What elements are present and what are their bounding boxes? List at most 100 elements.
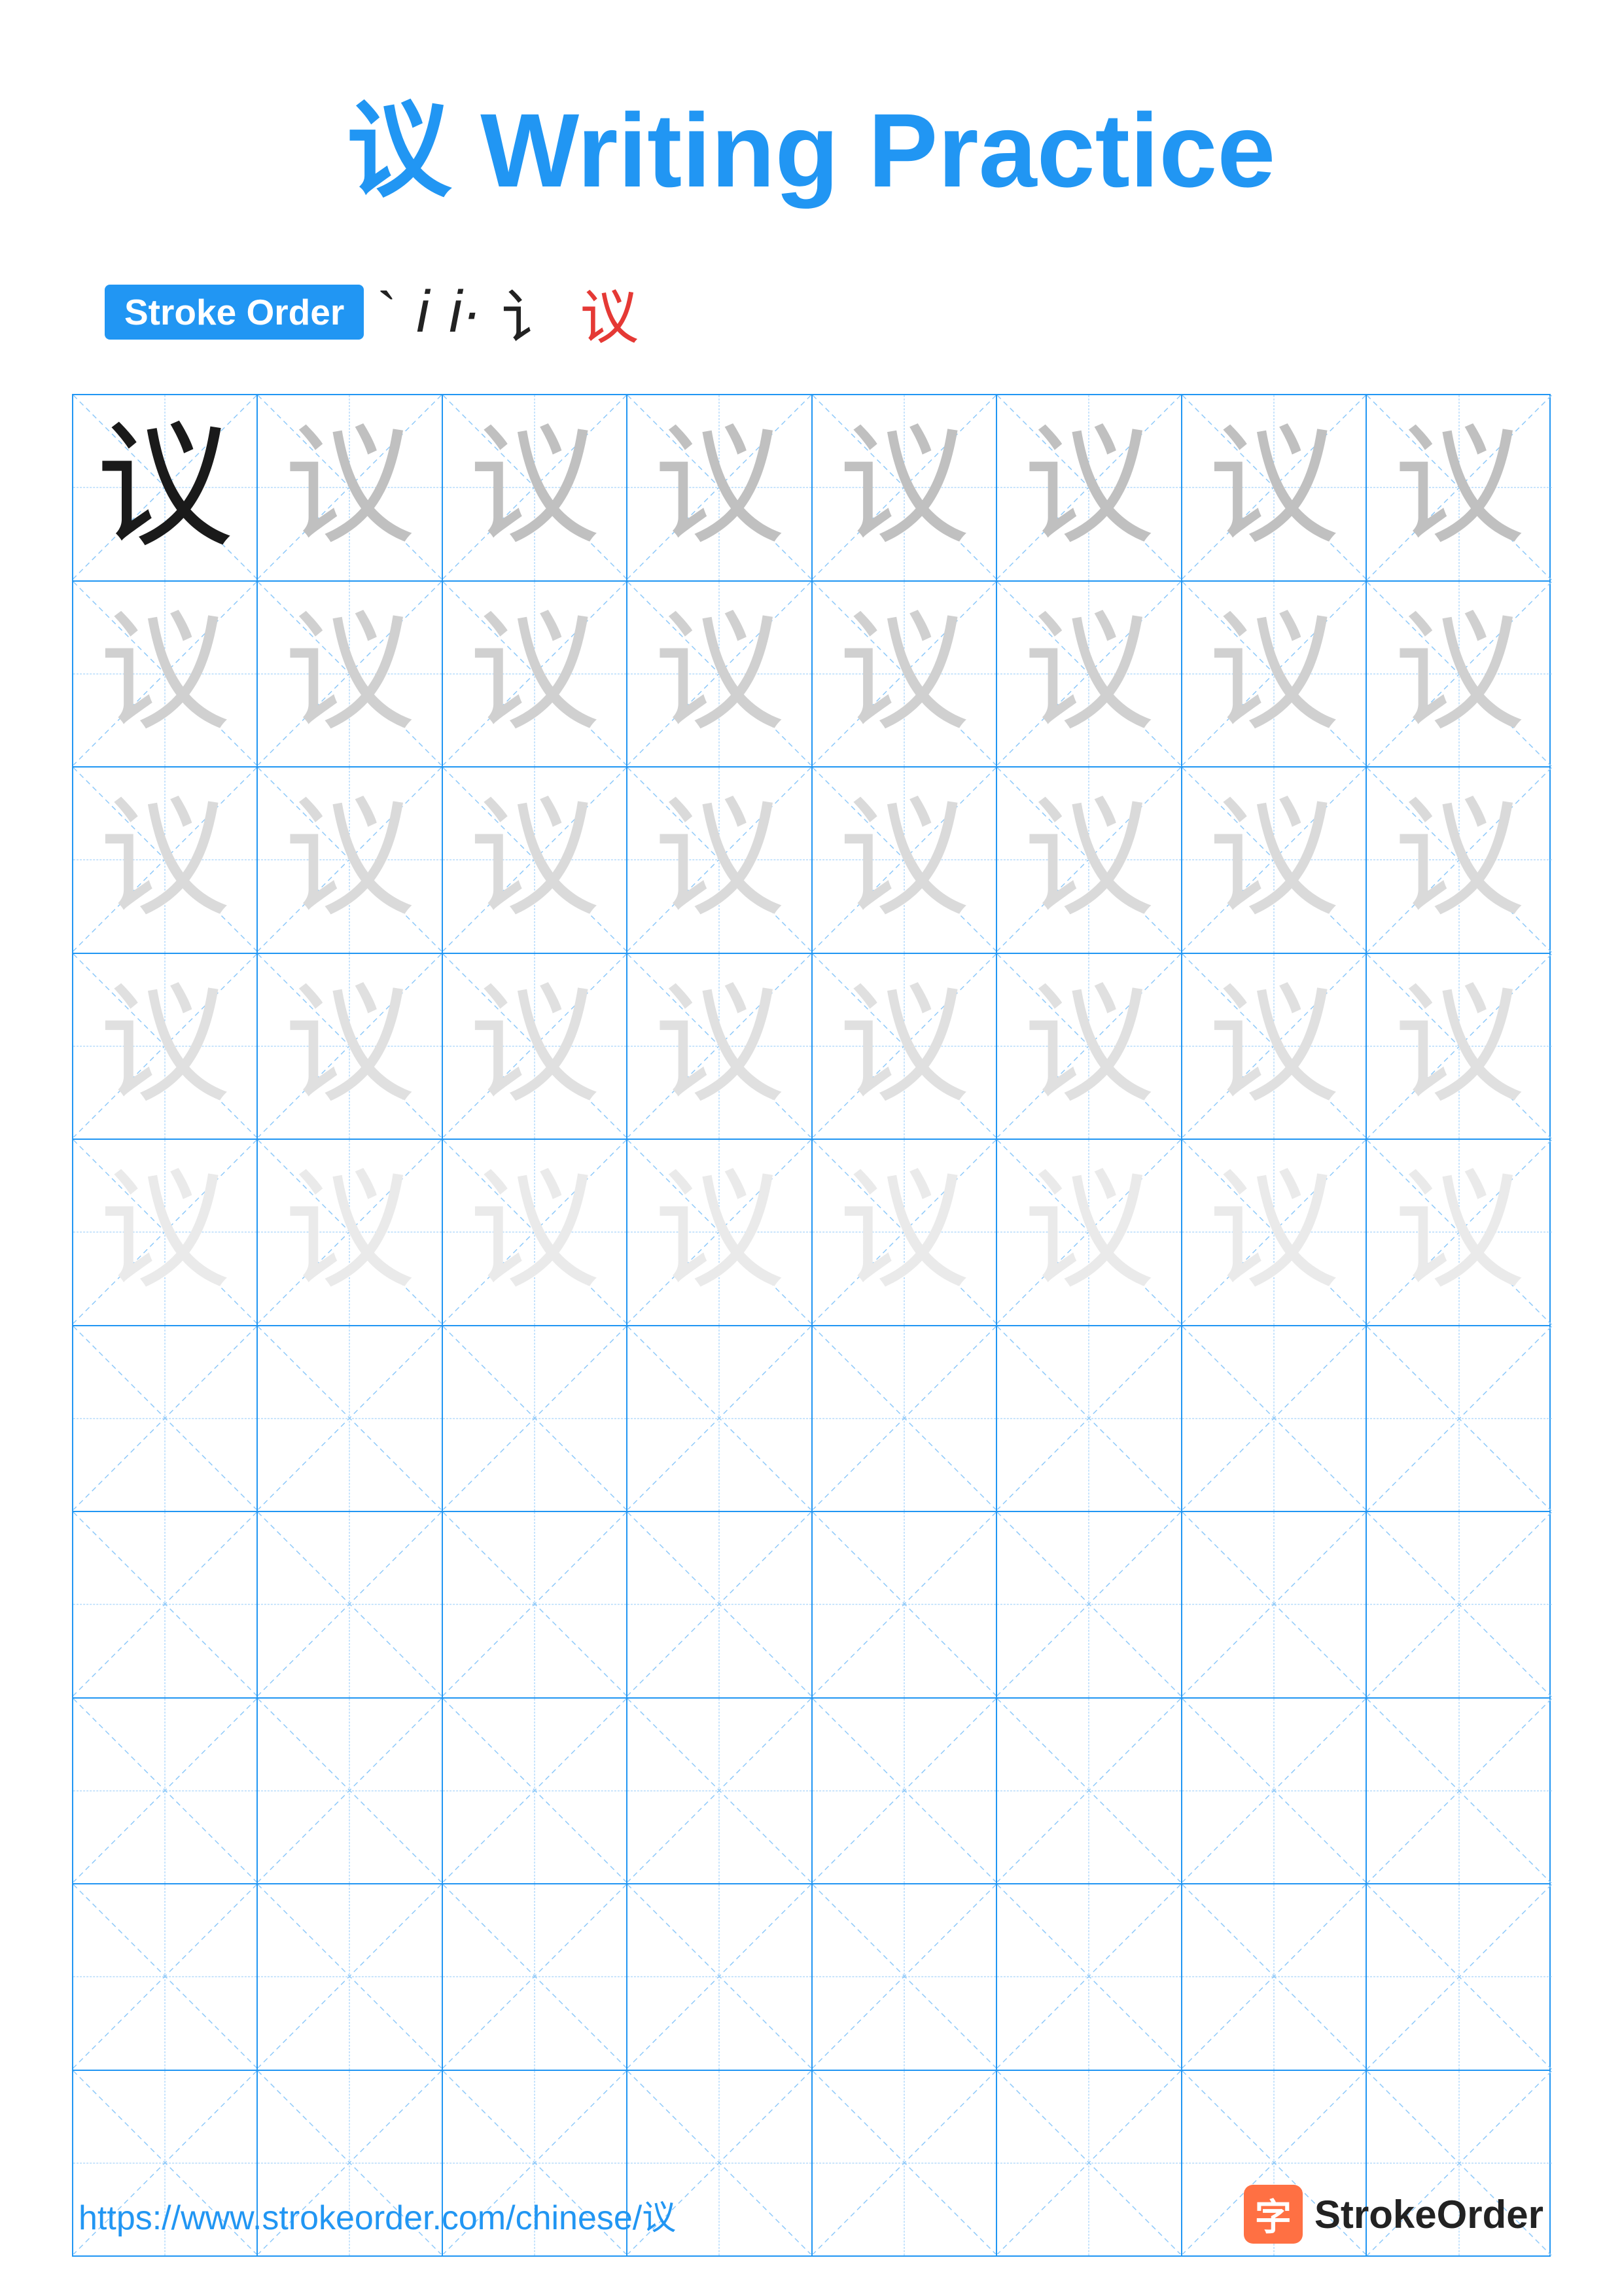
- grid-cell[interactable]: [813, 1512, 998, 1697]
- grid-cell[interactable]: 议: [997, 954, 1182, 1139]
- practice-char: 议: [99, 981, 230, 1112]
- grid-cell[interactable]: [1182, 1699, 1367, 1884]
- grid-cell[interactable]: 议: [73, 768, 258, 953]
- grid-cell[interactable]: [1367, 1512, 1552, 1697]
- grid-cell[interactable]: [997, 1884, 1182, 2070]
- grid-cell[interactable]: [813, 1884, 998, 2070]
- grid-cell[interactable]: 议: [627, 395, 813, 580]
- grid-cell[interactable]: [627, 1326, 813, 1511]
- grid-cell[interactable]: [443, 1884, 628, 2070]
- brand-icon: 字: [1244, 2185, 1303, 2244]
- grid-cell[interactable]: 议: [1182, 1140, 1367, 1325]
- grid-cell[interactable]: 议: [73, 954, 258, 1139]
- grid-cell[interactable]: 议: [627, 954, 813, 1139]
- grid-cell[interactable]: 议: [443, 582, 628, 767]
- practice-char: 议: [654, 794, 785, 925]
- grid-row-2: 议 议 议 议: [73, 582, 1549, 768]
- grid-cell[interactable]: [258, 1512, 443, 1697]
- grid-cell[interactable]: [1182, 1326, 1367, 1511]
- practice-char: 议: [1394, 1167, 1525, 1298]
- grid-cell[interactable]: [443, 1699, 628, 1884]
- grid-cell[interactable]: [258, 1326, 443, 1511]
- grid-cell[interactable]: 议: [997, 768, 1182, 953]
- practice-char: 议: [284, 1167, 415, 1298]
- grid-cell[interactable]: [813, 1699, 998, 1884]
- practice-char: 议: [469, 609, 600, 739]
- grid-cell[interactable]: 议: [258, 395, 443, 580]
- stroke-1: `: [377, 279, 397, 346]
- grid-cell[interactable]: 议: [258, 768, 443, 953]
- grid-cell[interactable]: 议: [73, 582, 258, 767]
- grid-row-5: 议 议 议 议: [73, 1140, 1549, 1326]
- grid-cell[interactable]: [997, 1326, 1182, 1511]
- practice-char: 议: [839, 981, 970, 1112]
- grid-cell[interactable]: [258, 1884, 443, 2070]
- grid-cell[interactable]: [1367, 1699, 1552, 1884]
- grid-cell[interactable]: [443, 1512, 628, 1697]
- grid-cell[interactable]: [1367, 1884, 1552, 2070]
- grid-cell[interactable]: [73, 1884, 258, 2070]
- grid-cell[interactable]: 议: [258, 1140, 443, 1325]
- grid-cell[interactable]: [627, 1512, 813, 1697]
- grid-cell[interactable]: 议: [627, 582, 813, 767]
- practice-char: 议: [284, 422, 415, 553]
- grid-cell[interactable]: 议: [1367, 395, 1552, 580]
- grid-cell[interactable]: 议: [443, 395, 628, 580]
- grid-cell[interactable]: 议: [997, 582, 1182, 767]
- grid-cell[interactable]: 议: [1367, 768, 1552, 953]
- grid-cell[interactable]: 议: [73, 1140, 258, 1325]
- grid-cell[interactable]: 议: [997, 1140, 1182, 1325]
- grid-cell[interactable]: 议: [813, 1140, 998, 1325]
- practice-char: 议: [1023, 794, 1154, 925]
- grid-cell[interactable]: [258, 1699, 443, 1884]
- grid-cell[interactable]: [627, 1884, 813, 2070]
- grid-cell[interactable]: 议: [1182, 768, 1367, 953]
- grid-cell[interactable]: 议: [627, 1140, 813, 1325]
- practice-char: 议: [469, 422, 600, 553]
- grid-cell[interactable]: [1182, 1884, 1367, 2070]
- practice-char: 议: [284, 794, 415, 925]
- grid-cell[interactable]: 议: [813, 582, 998, 767]
- grid-row-9: [73, 1884, 1549, 2071]
- grid-cell[interactable]: 议: [1367, 1140, 1552, 1325]
- stroke-4: 讠: [501, 270, 560, 355]
- practice-char: 议: [839, 1167, 970, 1298]
- grid-cell[interactable]: 议: [1182, 395, 1367, 580]
- grid-cell[interactable]: 议: [813, 768, 998, 953]
- grid-cell[interactable]: [73, 1326, 258, 1511]
- footer-url[interactable]: https://www.strokeorder.com/chinese/议: [79, 2190, 676, 2239]
- stroke-5: 议: [580, 270, 639, 355]
- grid-cell[interactable]: 议: [997, 395, 1182, 580]
- grid-cell[interactable]: 议: [258, 582, 443, 767]
- grid-cell[interactable]: 议: [1182, 954, 1367, 1139]
- grid-cell[interactable]: 议: [1367, 954, 1552, 1139]
- practice-char: 议: [654, 609, 785, 739]
- grid-cell[interactable]: [73, 1512, 258, 1697]
- grid-cell[interactable]: 议: [73, 395, 258, 580]
- grid-cell[interactable]: [1367, 1326, 1552, 1511]
- grid-cell[interactable]: 议: [1367, 582, 1552, 767]
- grid-cell[interactable]: [627, 1699, 813, 1884]
- practice-char: 议: [654, 981, 785, 1112]
- grid-cell[interactable]: 议: [443, 954, 628, 1139]
- grid-row-1: 议 议 议 议: [73, 395, 1549, 582]
- grid-cell[interactable]: [813, 1326, 998, 1511]
- grid-cell[interactable]: 议: [1182, 582, 1367, 767]
- grid-cell[interactable]: [73, 1699, 258, 1884]
- grid-cell[interactable]: [997, 1512, 1182, 1697]
- grid-cell[interactable]: 议: [813, 395, 998, 580]
- grid-cell[interactable]: 议: [813, 954, 998, 1139]
- grid-row-4: 议 议 议 议: [73, 954, 1549, 1140]
- grid-cell[interactable]: 议: [627, 768, 813, 953]
- grid-cell[interactable]: 议: [258, 954, 443, 1139]
- grid-cell[interactable]: [997, 1699, 1182, 1884]
- brand-name: StrokeOrder: [1314, 2192, 1543, 2237]
- grid-cell[interactable]: [1182, 1512, 1367, 1697]
- practice-char: 议: [1208, 422, 1339, 553]
- grid-cell[interactable]: 议: [443, 768, 628, 953]
- page-title: 议 Writing Practice: [347, 65, 1276, 217]
- practice-char: 议: [1394, 609, 1525, 739]
- grid-cell[interactable]: 议: [443, 1140, 628, 1325]
- grid-cell[interactable]: [443, 1326, 628, 1511]
- practice-char: 议: [99, 609, 230, 739]
